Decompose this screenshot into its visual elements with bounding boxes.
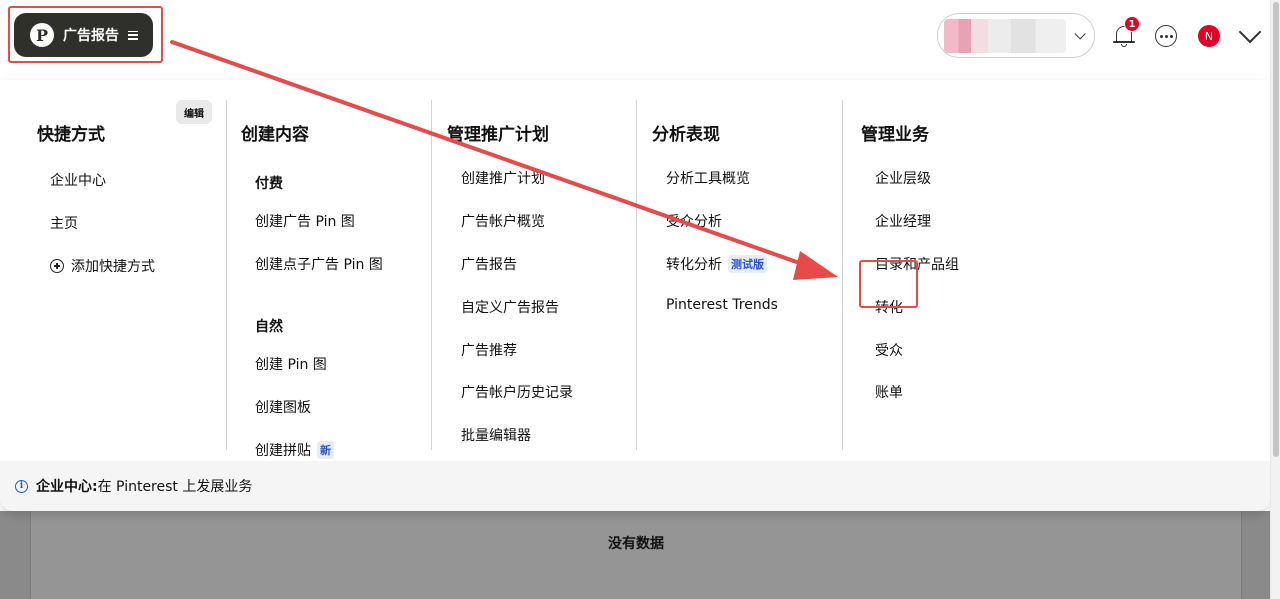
page-scrollbar[interactable] [1270,0,1280,599]
create-collage-label: 创建拼贴 [255,443,311,459]
navigation-mega-menu: 快捷方式 编辑 企业中心 主页 添加快捷方式 创建内容 付费 创建广告 Pin … [0,80,1270,511]
manage-campaigns-column: 管理推广计划 创建推广计划 广告帐户概览 广告报告 自定义广告报告 广告推荐 广… [431,100,636,450]
annotation-highlight-conversions [859,260,918,308]
info-icon: i [15,479,28,493]
ad-account-history-link[interactable]: 广告帐户历史记录 [461,382,573,402]
annotation-highlight-menu-button [8,6,163,63]
paid-section-label: 付费 [255,176,283,192]
footer-business-hub-label: 企业中心: [36,479,98,495]
beta-badge: 测试版 [728,255,767,273]
create-collage-link[interactable]: 创建拼贴 新 [255,440,334,460]
no-data-message: 没有数据 [608,536,664,552]
report-card: 没有数据 [30,511,1242,599]
ads-reporting-link[interactable]: 广告报告 [461,254,517,274]
notification-badge: 1 [1124,16,1140,32]
organic-section-label: 自然 [255,319,283,335]
billing-link[interactable]: 账单 [875,382,903,402]
conversion-insights-link[interactable]: 转化分析 测试版 [666,254,767,274]
audience-insights-link[interactable]: 受众分析 [666,211,722,231]
custom-ads-report-link[interactable]: 自定义广告报告 [461,297,559,317]
audiences-link[interactable]: 受众 [875,340,903,360]
add-shortcut-link[interactable]: 添加快捷方式 [50,256,155,276]
analytics-overview-link[interactable]: 分析工具概览 [666,168,750,188]
scrollbar-thumb[interactable] [1273,2,1279,457]
add-shortcut-label: 添加快捷方式 [71,259,155,275]
chevron-down-icon [1074,27,1086,40]
shortcut-item-home[interactable]: 主页 [50,213,78,233]
shortcuts-title: 快捷方式 [37,125,105,145]
manage-business-title: 管理业务 [861,125,929,145]
edit-shortcuts-button[interactable]: 编辑 [176,100,212,124]
new-badge: 新 [317,441,334,459]
top-header: P 广告报告 1 N [0,0,1270,80]
ad-account-overview-link[interactable]: 广告帐户概览 [461,211,545,231]
background-page: 没有数据 [0,511,1270,599]
ad-recommendations-link[interactable]: 广告推荐 [461,340,517,360]
analytics-title: 分析表现 [652,125,720,145]
chat-icon [1155,25,1177,47]
pinterest-trends-link[interactable]: Pinterest Trends [666,297,778,313]
create-idea-ad-pin-link[interactable]: 创建点子广告 Pin 图 [255,254,383,274]
create-content-column: 创建内容 付费 创建广告 Pin 图 创建点子广告 Pin 图 自然 创建 Pi… [226,100,431,459]
analytics-column: 分析表现 分析工具概览 受众分析 转化分析 测试版 Pinterest Tren… [636,100,842,450]
account-menu-chevron-icon[interactable] [1238,20,1262,44]
manage-campaigns-title: 管理推广计划 [447,125,549,145]
messages-button[interactable] [1151,21,1181,51]
avatar[interactable]: N [1198,25,1220,47]
shortcut-item-business-hub[interactable]: 企业中心 [50,170,106,190]
create-ad-pin-link[interactable]: 创建广告 Pin 图 [255,211,355,231]
business-hierarchy-link[interactable]: 企业层级 [875,168,931,188]
create-campaign-link[interactable]: 创建推广计划 [461,168,545,188]
create-pin-link[interactable]: 创建 Pin 图 [255,354,327,374]
conversion-insights-label: 转化分析 [666,257,722,273]
add-circle-icon [50,259,64,273]
menu-footer-bar[interactable]: i 企业中心: 在 Pinterest 上发展业务 [0,461,1270,511]
bulk-editor-link[interactable]: 批量编辑器 [461,425,531,445]
business-manager-link[interactable]: 企业经理 [875,211,931,231]
shortcuts-column: 快捷方式 编辑 企业中心 主页 添加快捷方式 [0,100,226,450]
account-name-blurred [944,18,1066,53]
create-board-link[interactable]: 创建图板 [255,397,311,417]
account-selector[interactable] [937,13,1095,58]
create-content-title: 创建内容 [241,125,309,145]
footer-description: 在 Pinterest 上发展业务 [97,479,253,495]
